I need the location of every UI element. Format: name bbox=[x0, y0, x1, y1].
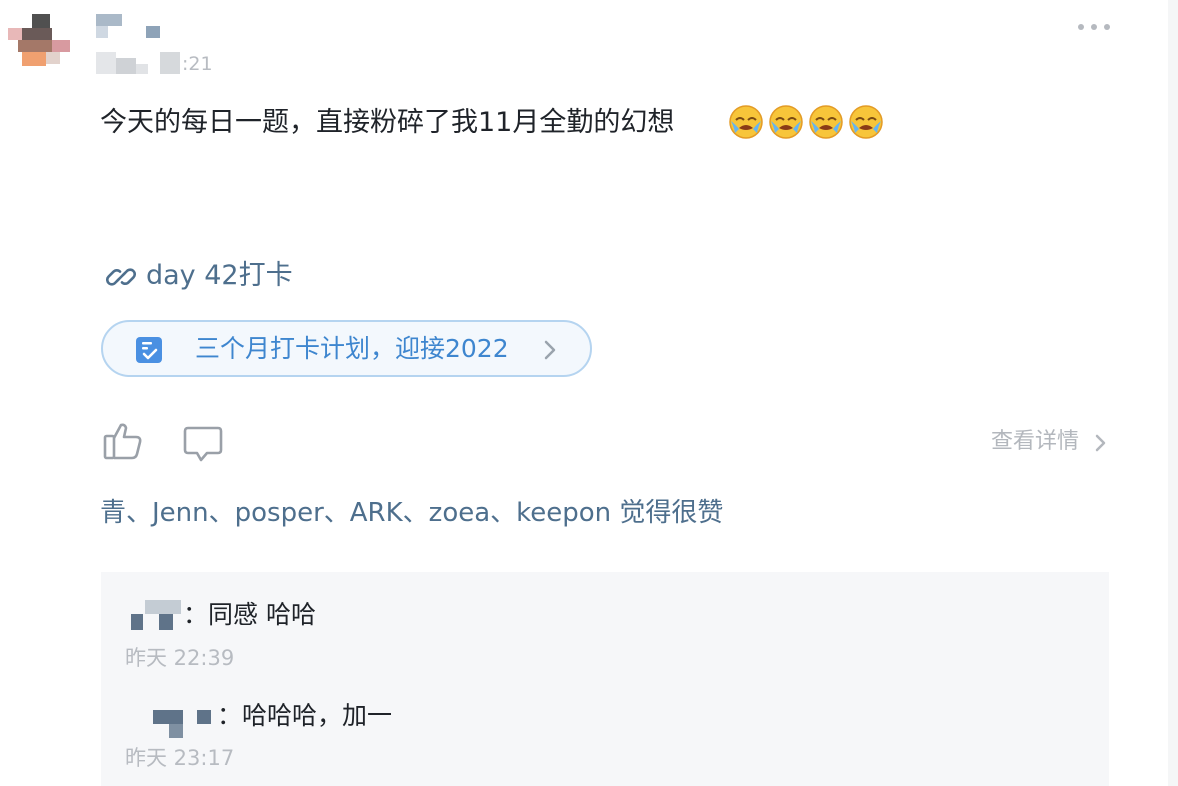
post-time-redacted bbox=[96, 52, 182, 76]
view-details-link[interactable]: 查看详情 bbox=[991, 426, 1106, 458]
link-icon bbox=[106, 268, 136, 286]
checklist-icon bbox=[136, 337, 162, 363]
plan-card[interactable]: 三个月打卡计划，迎接2022 bbox=[101, 320, 592, 377]
likes-line[interactable]: 青、Jenn、posper、ARK、zoea、keepon 觉得很赞 bbox=[100, 494, 723, 532]
comment-author[interactable] bbox=[153, 710, 215, 740]
comment-icon[interactable] bbox=[182, 422, 224, 464]
post-time: :21 bbox=[182, 53, 213, 75]
chevron-right-icon bbox=[1095, 434, 1106, 452]
post-text: 今天的每日一题，直接粉碎了我11月全勤的幻想 bbox=[100, 107, 675, 138]
author-name[interactable] bbox=[96, 12, 166, 42]
more-options-icon[interactable] bbox=[1076, 18, 1112, 36]
scrollbar-gutter[interactable] bbox=[1168, 0, 1178, 786]
face-holding-back-tears-emoji bbox=[769, 105, 803, 139]
comment-author[interactable] bbox=[131, 600, 181, 630]
comment-text: ：哈哈哈，加一 bbox=[217, 701, 393, 730]
face-holding-back-tears-emoji bbox=[729, 105, 763, 139]
avatar[interactable] bbox=[8, 14, 70, 66]
like-icon[interactable] bbox=[102, 420, 144, 462]
comments-panel: ：同感 哈哈 昨天 22:39 ：哈哈哈，加一 昨天 23:17 bbox=[101, 572, 1109, 786]
chevron-right-icon bbox=[544, 340, 556, 360]
comment-time: 昨天 22:39 bbox=[125, 646, 235, 670]
day-checkin-link[interactable]: day 42打卡 bbox=[146, 258, 293, 294]
comment-time: 昨天 23:17 bbox=[125, 746, 235, 770]
view-details-label: 查看详情 bbox=[991, 429, 1080, 454]
face-holding-back-tears-emoji bbox=[849, 105, 883, 139]
comment-text: ：同感 哈哈 bbox=[183, 600, 316, 629]
plan-label: 三个月打卡计划，迎接2022 bbox=[195, 334, 509, 363]
face-holding-back-tears-emoji bbox=[809, 105, 843, 139]
